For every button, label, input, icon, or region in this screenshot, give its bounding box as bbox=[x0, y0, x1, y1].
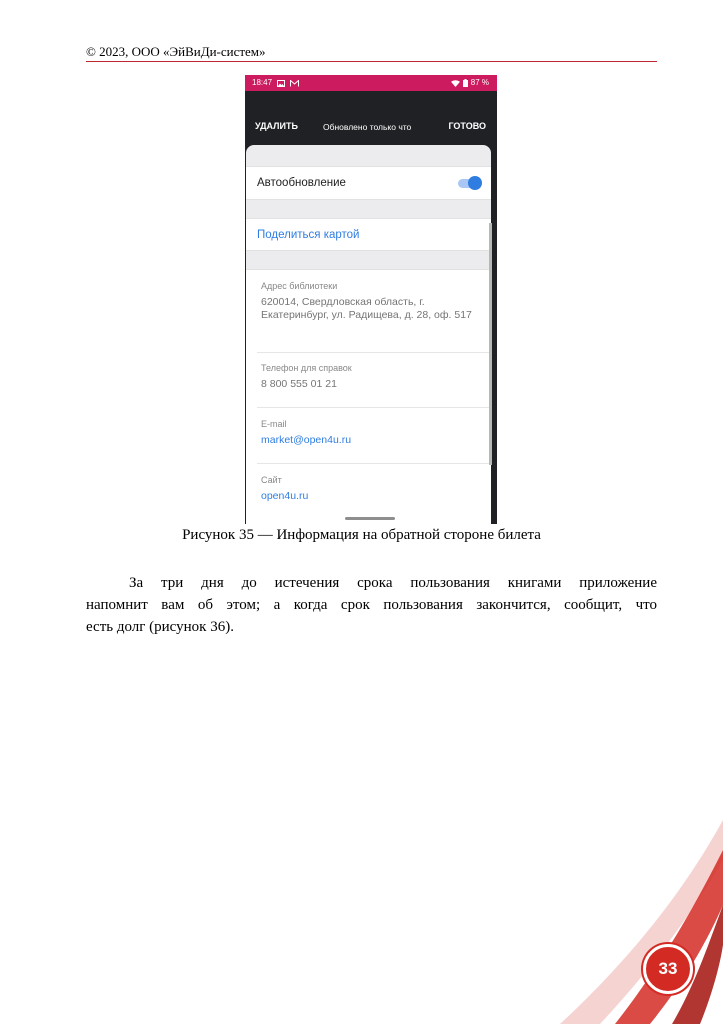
auto-update-label: Автообновление bbox=[257, 177, 346, 189]
auto-update-toggle[interactable] bbox=[458, 176, 482, 190]
wifi-icon bbox=[450, 79, 460, 87]
address-field: Адрес библиотеки 620014, Свердловская об… bbox=[261, 281, 476, 321]
copyright-text: © 2023, ООО «ЭйВиДи-систем» bbox=[86, 44, 266, 59]
share-card-link[interactable]: Поделиться картой bbox=[257, 229, 359, 241]
email-label: E-mail bbox=[261, 419, 287, 429]
site-link[interactable]: open4u.ru bbox=[261, 490, 476, 503]
phone-field: Телефон для справок 8 800 555 01 21 bbox=[261, 363, 476, 391]
body-paragraph: За три дня до истечения срока пользовани… bbox=[86, 572, 657, 638]
home-indicator bbox=[345, 517, 395, 520]
card-info-sheet: Автообновление Поделиться картой Адрес б… bbox=[246, 145, 491, 524]
phone-label: Телефон для справок bbox=[261, 363, 352, 373]
address-value: 620014, Свердловская область, г. Екатери… bbox=[261, 296, 472, 321]
email-link[interactable]: market@open4u.ru bbox=[261, 434, 476, 447]
site-field: Сайт open4u.ru bbox=[261, 475, 476, 503]
toggle-knob bbox=[468, 176, 482, 190]
paragraph-line: напомнит вам об этом; а когда срок польз… bbox=[86, 597, 657, 613]
scrollbar[interactable] bbox=[489, 223, 492, 465]
email-field: E-mail market@open4u.ru bbox=[261, 419, 476, 447]
address-label: Адрес библиотеки bbox=[261, 281, 338, 291]
image-icon bbox=[277, 79, 286, 87]
field-divider bbox=[257, 352, 491, 353]
field-divider bbox=[257, 407, 491, 408]
mail-icon bbox=[290, 79, 300, 86]
field-divider bbox=[257, 463, 491, 464]
paragraph-line: есть долг (рисунок 36). bbox=[86, 619, 234, 635]
app-toolbar: УДАЛИТЬ Обновлено только что ГОТОВО bbox=[245, 91, 497, 145]
done-button[interactable]: ГОТОВО bbox=[448, 121, 486, 131]
site-label: Сайт bbox=[261, 475, 282, 485]
phone-screenshot: 18:47 87 % УДАЛИТЬ Обновлено только что … bbox=[245, 75, 497, 524]
status-time: 18:47 bbox=[252, 78, 273, 87]
battery-percent: 87 % bbox=[470, 78, 489, 87]
battery-icon bbox=[462, 79, 468, 87]
phone-value: 8 800 555 01 21 bbox=[261, 378, 337, 390]
page-number-badge: 33 bbox=[643, 944, 693, 994]
library-info-list: Адрес библиотеки 620014, Свердловская об… bbox=[246, 269, 491, 524]
status-bar: 18:47 87 % bbox=[245, 75, 497, 91]
updated-status: Обновлено только что bbox=[323, 122, 412, 132]
figure-caption: Рисунок 35 — Информация на обратной стор… bbox=[182, 527, 541, 543]
share-card-row[interactable]: Поделиться картой bbox=[246, 218, 491, 251]
header-divider bbox=[86, 61, 657, 62]
auto-update-row[interactable]: Автообновление bbox=[246, 166, 491, 200]
paragraph-line: За три дня до истечения срока пользовани… bbox=[129, 575, 657, 591]
delete-button[interactable]: УДАЛИТЬ bbox=[255, 121, 298, 131]
